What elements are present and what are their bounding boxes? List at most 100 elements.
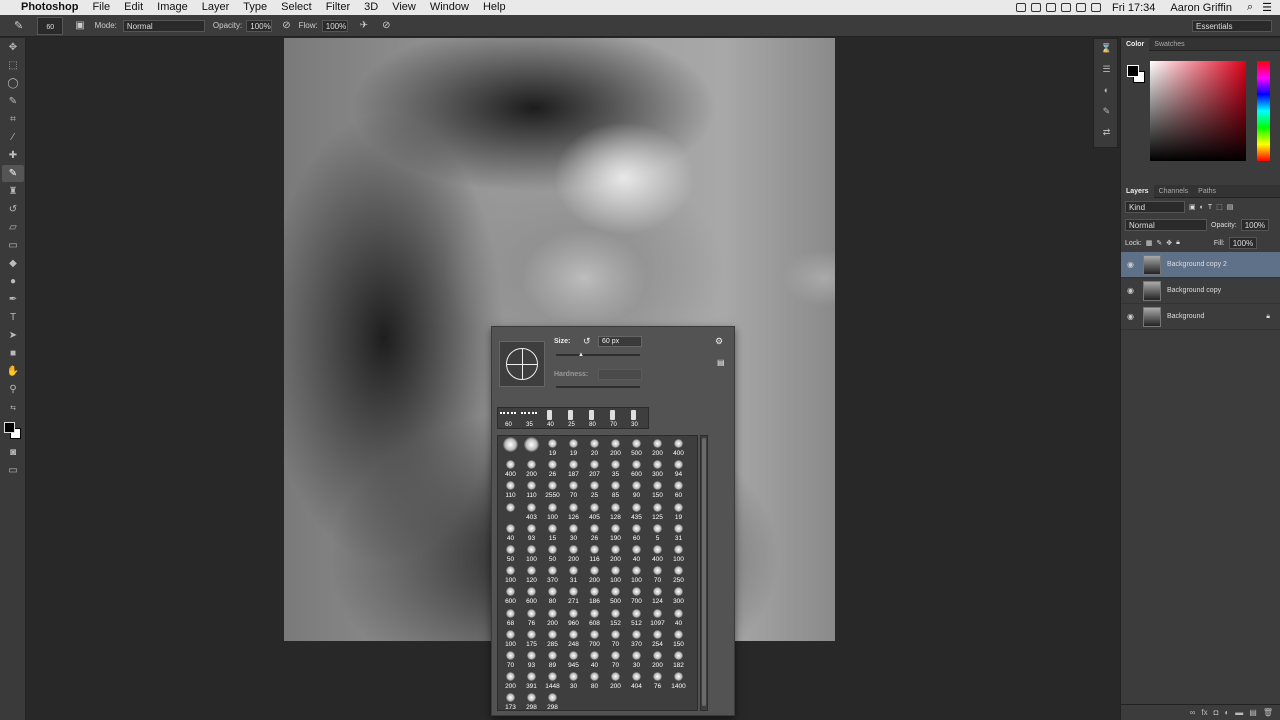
brush-preset[interactable]: 90 [626, 479, 647, 500]
brush-preset[interactable]: 300 [668, 585, 689, 606]
brush-preset[interactable]: 93 [521, 649, 542, 670]
brush-preset[interactable]: 60 [668, 479, 689, 500]
brush-preset[interactable]: 100 [500, 564, 521, 585]
brush-preset[interactable]: 30 [563, 522, 584, 543]
brush-preset[interactable]: 600 [626, 458, 647, 479]
new-adjustment-icon[interactable]: ◐ [1224, 708, 1229, 717]
app-menu[interactable]: Photoshop [14, 0, 85, 15]
properties-panel-icon[interactable]: ☰ [1096, 64, 1117, 81]
brush-preset[interactable]: 76 [647, 670, 668, 691]
foreground-color-swatch[interactable] [4, 422, 15, 433]
layer-row[interactable]: ◉ Background copy [1121, 278, 1280, 304]
zoom-tool-icon[interactable]: ⚲ [2, 381, 24, 398]
picker-settings-gear-icon[interactable]: ⚙ [715, 336, 723, 347]
foreground-color-chip[interactable] [1127, 65, 1139, 77]
type-tool-icon[interactable]: T [2, 309, 24, 326]
opacity-pressure-icon[interactable]: ⊘ [282, 20, 290, 31]
brush-angle-roundness-icon[interactable] [506, 348, 538, 380]
brush-preset[interactable]: 608 [584, 607, 605, 628]
lock-all-icon[interactable]: 🔒︎ [1176, 239, 1180, 247]
brush-preset[interactable]: 20 [584, 437, 605, 458]
brush-preset[interactable]: 40 [500, 522, 521, 543]
recent-brush[interactable]: 30 [624, 408, 645, 428]
brush-preset[interactable]: 110 [521, 479, 542, 500]
user-name[interactable]: Aaron Griffin [1170, 2, 1232, 14]
recent-brush[interactable]: 80 [582, 408, 603, 428]
recent-brush[interactable]: 60 [498, 408, 519, 428]
pen-tool-icon[interactable]: ✒ [2, 291, 24, 308]
blend-mode-select[interactable]: Normal [1125, 219, 1207, 231]
size-input[interactable]: 60 px [598, 336, 642, 347]
record-icon[interactable] [1030, 3, 1041, 12]
adjustments-panel-icon[interactable]: ◐ [1096, 85, 1117, 102]
brush-preset[interactable]: 512 [626, 607, 647, 628]
delete-layer-icon[interactable]: 🗑︎ [1263, 708, 1273, 717]
tab-paths[interactable]: Paths [1193, 185, 1221, 198]
brush-preset[interactable]: 125 [647, 501, 668, 522]
brush-preset[interactable]: 89 [542, 649, 563, 670]
shape-tool-icon[interactable]: ■ [2, 345, 24, 362]
new-layer-icon[interactable]: ▤ [1249, 708, 1257, 717]
history-brush-tool-icon[interactable]: ↺ [2, 201, 24, 218]
menu-help[interactable]: Help [476, 0, 513, 15]
brush-preset[interactable]: 100 [668, 543, 689, 564]
hardness-slider-track[interactable] [556, 386, 640, 388]
lock-position-icon[interactable]: ✥ [1166, 239, 1172, 247]
path-select-tool-icon[interactable]: ➤ [2, 327, 24, 344]
brush-preset[interactable] [521, 437, 542, 458]
brush-preset[interactable]: 200 [605, 437, 626, 458]
history-panel-icon[interactable]: ⌛ [1096, 43, 1117, 60]
brush-preset[interactable]: 100 [626, 564, 647, 585]
menu-window[interactable]: Window [423, 0, 476, 15]
brush-preset[interactable] [500, 501, 521, 522]
menu-edit[interactable]: Edit [117, 0, 150, 15]
brush-preset[interactable]: 298 [521, 691, 542, 710]
brush-preset[interactable]: 19 [563, 437, 584, 458]
brush-preset[interactable]: 25 [584, 479, 605, 500]
brush-preset[interactable]: 391 [521, 670, 542, 691]
brush-preset[interactable]: 285 [542, 628, 563, 649]
brush-preset[interactable] [500, 437, 521, 458]
workspace-select[interactable]: Essentials [1192, 19, 1272, 32]
brush-preset[interactable]: 1400 [668, 670, 689, 691]
brush-preset[interactable]: 100 [542, 501, 563, 522]
brush-preset[interactable]: 26 [542, 458, 563, 479]
brush-preset[interactable]: 128 [605, 501, 626, 522]
brush-preset[interactable]: 500 [626, 437, 647, 458]
hand-tool-icon[interactable]: ✋ [2, 363, 24, 380]
visibility-eye-icon[interactable]: ◉ [1127, 286, 1137, 295]
brush-preset[interactable]: 70 [563, 479, 584, 500]
reset-size-icon[interactable]: ↺ [583, 336, 591, 347]
brush-preset[interactable]: 94 [668, 458, 689, 479]
battery-icon[interactable] [1090, 3, 1101, 12]
menu-image[interactable]: Image [150, 0, 195, 15]
dropbox-icon[interactable] [1060, 3, 1071, 12]
brush-preset[interactable]: 200 [542, 607, 563, 628]
brush-preset[interactable]: 173 [500, 691, 521, 710]
brush-preset[interactable]: 50 [500, 543, 521, 564]
brush-preset[interactable]: 100 [605, 564, 626, 585]
brush-preset[interactable]: 370 [542, 564, 563, 585]
crop-tool-icon[interactable]: ⌗ [2, 111, 24, 128]
eraser-tool-icon[interactable]: ▱ [2, 219, 24, 236]
size-slider-thumb[interactable]: ▲ [578, 352, 584, 358]
brush-preset[interactable]: 370 [626, 628, 647, 649]
brush-preset[interactable]: 76 [521, 607, 542, 628]
brush-preset[interactable]: 30 [563, 670, 584, 691]
brush-preset[interactable]: 200 [647, 437, 668, 458]
type-filter-icon[interactable]: T [1208, 204, 1212, 211]
layer-opacity-input[interactable]: 100% [1240, 219, 1270, 231]
brush-preset[interactable]: 945 [563, 649, 584, 670]
visibility-eye-icon[interactable]: ◉ [1127, 260, 1137, 269]
add-mask-icon[interactable]: ◘ [1214, 708, 1219, 717]
brush-panel-toggle-icon[interactable]: ▣ [75, 20, 84, 31]
layer-row[interactable]: ◉ Background copy 2 [1121, 252, 1280, 278]
airbrush-icon[interactable]: ✈ [360, 20, 368, 31]
spotlight-icon[interactable]: ⌕ [1247, 1, 1253, 14]
pixel-filter-icon[interactable]: ▣ [1189, 203, 1196, 211]
brush-preset[interactable]: 60 [626, 522, 647, 543]
lasso-tool-icon[interactable]: ◯ [2, 75, 24, 92]
brush-preset[interactable]: 500 [605, 585, 626, 606]
brush-preset[interactable]: 30 [626, 649, 647, 670]
brush-preset[interactable]: 400 [668, 437, 689, 458]
